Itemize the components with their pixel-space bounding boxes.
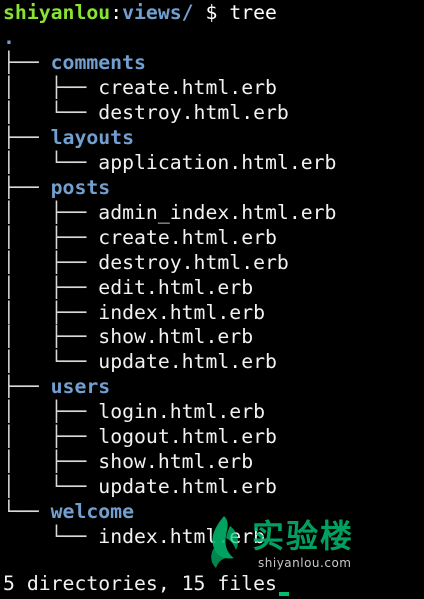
summary-line: 5 directories, 15 files <box>3 571 289 596</box>
tree-branch: └── <box>3 500 51 524</box>
tree-directory-line: ├── comments <box>3 50 146 75</box>
tree-file-line: │ ├── admin_index.html.erb <box>3 200 336 225</box>
file-name: index.html.erb <box>98 300 266 324</box>
tree-directory-line: ├── posts <box>3 175 110 200</box>
tree-file-line: │ └── application.html.erb <box>3 150 336 175</box>
file-name: index.html.erb <box>98 525 266 548</box>
tree-file-line: │ ├── login.html.erb <box>3 399 265 424</box>
tree-directory-line: └── welcome <box>3 499 134 524</box>
directory-name: posts <box>50 175 111 199</box>
directory-name: comments <box>50 51 146 74</box>
prompt-symbol: $ <box>193 1 218 24</box>
file-name: application.html.erb <box>98 150 337 174</box>
tree-branch: │ ├── <box>3 425 99 449</box>
file-name: update.html.erb <box>98 475 277 499</box>
cursor <box>278 592 289 596</box>
file-name: edit.html.erb <box>98 275 254 299</box>
tree-branch: │ ├── <box>3 225 99 249</box>
tree-branch: ├── <box>3 175 51 199</box>
tree-branch: └── <box>3 525 99 548</box>
file-name: create.html.erb <box>98 76 277 99</box>
tree-file-line: │ └── destroy.html.erb <box>3 100 289 125</box>
tree-file-line: │ ├── edit.html.erb <box>3 275 253 300</box>
file-name: show.html.erb <box>98 450 254 474</box>
file-name: show.html.erb <box>98 325 254 349</box>
prompt-path: views/ <box>122 1 194 24</box>
prompt-user: shiyanlou <box>3 1 111 24</box>
prompt-line: shiyanlou:views/ $ tree <box>3 0 277 25</box>
tree-branch: ├── <box>3 125 51 149</box>
tree-file-line: └── index.html.erb <box>3 524 265 549</box>
tree-branch: ├── <box>3 375 51 399</box>
tree-branch: │ └── <box>3 150 99 174</box>
directory-name: users <box>50 375 111 399</box>
tree-file-line: │ ├── destroy.html.erb <box>3 250 289 275</box>
tree-branch: │ ├── <box>3 200 99 224</box>
summary-text: 5 directories, 15 files <box>3 572 277 595</box>
tree-branch: │ ├── <box>3 400 99 424</box>
file-name: admin_index.html.erb <box>98 200 337 224</box>
file-name: login.html.erb <box>98 400 266 424</box>
tree-branch: │ └── <box>3 100 99 124</box>
tree-file-line: │ ├── logout.html.erb <box>3 424 277 449</box>
tree-branch: │ ├── <box>3 250 99 274</box>
tree-file-line: │ ├── show.html.erb <box>3 324 253 349</box>
directory-name: welcome <box>50 500 135 524</box>
tree-directory-line: ├── layouts <box>3 125 134 150</box>
tree-file-line: │ └── update.html.erb <box>3 349 277 374</box>
prompt-separator: : <box>110 1 123 24</box>
tree-file-line: │ ├── show.html.erb <box>3 449 253 474</box>
tree-branch: │ └── <box>3 350 99 374</box>
command-text: tree <box>217 1 277 24</box>
tree-branch: │ ├── <box>3 325 99 349</box>
tree-root: . <box>3 26 15 49</box>
tree-branch: │ ├── <box>3 76 99 99</box>
tree-file-line: │ ├── create.html.erb <box>3 225 277 250</box>
tree-branch: │ ├── <box>3 300 99 324</box>
watermark-brand-text: 实验楼 <box>252 517 355 555</box>
tree-branch: │ ├── <box>3 275 99 299</box>
tree-branch: │ └── <box>3 475 99 499</box>
file-name: logout.html.erb <box>98 425 277 449</box>
tree-branch: │ ├── <box>3 450 99 474</box>
tree-directory-line: ├── users <box>3 374 110 399</box>
file-name: destroy.html.erb <box>98 250 289 274</box>
directory-name: layouts <box>50 125 135 149</box>
tree-file-line: │ └── update.html.erb <box>3 474 277 499</box>
tree-branch: ├── <box>3 51 51 74</box>
terminal-window[interactable]: shiyanlou:views/ $ tree . ├── comments │ … <box>0 0 424 599</box>
watermark-url: shiyanlou.com <box>258 556 352 570</box>
tree-file-line: │ ├── create.html.erb <box>3 75 277 100</box>
file-name: create.html.erb <box>98 225 277 249</box>
file-name: update.html.erb <box>98 350 277 374</box>
tree-file-line: │ ├── index.html.erb <box>3 300 265 325</box>
file-name: destroy.html.erb <box>98 100 289 124</box>
